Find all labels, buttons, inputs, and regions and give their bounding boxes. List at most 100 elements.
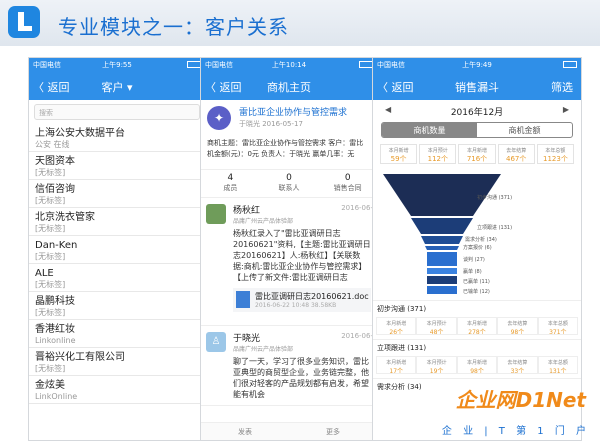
next-month-icon[interactable]: ▶ (563, 105, 569, 114)
slide-header: 专业模块之一：客户关系 (0, 0, 600, 46)
customer-filter-dropdown[interactable]: 客户 ▾ (29, 79, 205, 95)
attachment[interactable]: 雷比亚调研日志20160621.doc 2016-06-22 10:48 38.… (233, 288, 371, 312)
opportunity-icon: ✦ (207, 106, 231, 130)
list-item[interactable]: 信佰咨询 [无标签] (29, 180, 205, 208)
tab-count[interactable]: 商机数量 (382, 123, 477, 137)
customer-name: 信佰咨询 (35, 184, 75, 195)
status-time: 上午9:55 (102, 61, 132, 69)
customer-tag: [无标签] (35, 280, 66, 289)
customer-name: 晋裕兴化工有限公司 (35, 352, 125, 363)
funnel-label: 已赢单 (11) (463, 279, 490, 285)
watermark-logo: 企业网D1Net (455, 388, 586, 412)
opportunity-stats: 4 成员 0 联系人 0 销售合同 (201, 170, 377, 198)
nav-bar: 〈 返回 销售漏斗 筛选 (373, 72, 581, 100)
opportunity-info-line: 商机主题：雷比亚企业协作与管控需求 客户：雷比 (207, 139, 364, 147)
metric-toggle: 商机数量 商机金额 (381, 122, 573, 138)
stage-stat: 本年总额 371个 (537, 317, 579, 336)
stat-value: 716个 (466, 155, 488, 163)
customer-list: 上海公安大数据平台 公安 在线 天图资本 [无标签] 信佰咨询 [无标签] 北京洗衣管… (29, 124, 205, 404)
opportunity-owner-date: 于晓光 2016-05-17 (239, 120, 303, 128)
stat-value: 131个 (549, 368, 567, 375)
month-label: 2016年12月 (450, 108, 504, 118)
stat-label: 成员 (223, 184, 238, 192)
customer-name: 北京洗衣管家 (35, 212, 95, 223)
list-item[interactable]: ALE [无标签] (29, 264, 205, 292)
avatar (206, 204, 226, 224)
stage-stat: 本月新增 17个 (376, 356, 417, 375)
stage-stat: 本月新增 278个 (456, 317, 498, 336)
list-item[interactable]: 香港红妆 Linkonline (29, 320, 205, 348)
nav-bar: 〈 返回 客户 ▾ (29, 72, 205, 100)
summary-stat: 去年结算 467个 (497, 144, 535, 164)
stat-value: 112个 (427, 155, 448, 163)
funnel-stage-lost[interactable] (427, 286, 457, 294)
stat-members[interactable]: 4 成员 (201, 170, 260, 197)
stage-section-title[interactable]: 立项跟进 (131) (373, 339, 581, 356)
stage-stat: 本月新增 26个 (376, 317, 417, 336)
funnel-stage-quote[interactable] (425, 246, 459, 250)
stage-stat: 本月新增 98个 (456, 356, 498, 375)
customer-tag: [无标签] (35, 196, 66, 205)
feed-date: 2016-06- (341, 204, 373, 212)
logo-icon (8, 6, 40, 38)
more-button[interactable]: 更多 (289, 423, 377, 440)
customer-name: 上海公安大数据平台 (35, 128, 125, 139)
funnel-stage-negotiate[interactable] (427, 252, 457, 266)
funnel-stage-project[interactable] (411, 218, 473, 234)
feed-date: 2016-06- (341, 332, 373, 340)
stage-section-title[interactable]: 初步沟通 (371) (373, 300, 581, 317)
funnel-stage-win[interactable] (427, 268, 457, 274)
prev-month-icon[interactable]: ◀ (385, 105, 391, 114)
feed-item[interactable]: ♙ 于晓光 2016-06- 品庸广州云产品体验部 聊了一天，学习了很多业务知识… (201, 326, 377, 406)
stat-value: 26个 (389, 329, 404, 336)
stat-label: 销售合同 (333, 184, 362, 192)
opportunity-title: 雷比亚企业协作与管控需求 (239, 108, 348, 118)
list-item[interactable]: 晋裕兴化工有限公司 [无标签] (29, 348, 205, 376)
month-selector: ◀ 2016年12月 ▶ (373, 100, 581, 122)
feed-text: 聊了一天，学习了很多业务知识，雷比亚典型的商贸型企业，业务链完整，他们很对轻客的… (233, 357, 369, 399)
bottom-toolbar: 发表 更多 (201, 422, 377, 440)
customer-name: 金炫美 (35, 380, 65, 391)
stat-label: 联系人 (278, 184, 300, 192)
funnel-label: 谈判 (27) (463, 257, 485, 263)
post-button[interactable]: 发表 (201, 423, 289, 440)
status-time: 上午10:14 (271, 61, 307, 69)
stat-value: 4 (227, 173, 234, 183)
stat-value: 33个 (510, 368, 525, 375)
word-doc-icon (236, 291, 250, 308)
attachment-meta: 2016-06-22 10:48 38.58KB (255, 302, 337, 309)
stat-contacts[interactable]: 0 联系人 (260, 170, 319, 197)
stat-value: 17个 (389, 368, 404, 375)
summary-stat: 本月预计 112个 (419, 144, 457, 164)
list-item[interactable]: 上海公安大数据平台 公安 在线 (29, 124, 205, 152)
funnel-stage-won[interactable] (427, 276, 457, 284)
customer-name: ALE (35, 268, 54, 279)
status-bar: 中国电信 上午9:55 (29, 58, 205, 72)
list-item[interactable]: Dan-Ken [无标签] (29, 236, 205, 264)
slide-title: 专业模块之一：客户关系 (58, 15, 289, 39)
phone-opportunity-home: 中国电信 上午10:14 〈 返回 商机主页 ✦ 雷比亚企业协作与管控需求 于晓… (200, 57, 378, 441)
customer-name: 晶鹏科技 (35, 296, 75, 307)
stat-value: 98个 (470, 368, 484, 375)
list-item[interactable]: 晶鹏科技 [无标签] (29, 292, 205, 320)
stage-stat: 本年总额 131个 (537, 356, 579, 375)
list-item[interactable]: 天图资本 [无标签] (29, 152, 205, 180)
customer-tag: LinkOnline (35, 392, 78, 401)
feed-text: 杨秋红录入了"雷比亚调研日志20160621"资料,【主题:雷比亚调研日志201… (233, 229, 371, 282)
filter-button[interactable]: 筛选 (551, 79, 573, 95)
search-input[interactable]: 搜索 (34, 104, 200, 120)
battery-icon (187, 61, 201, 68)
stat-value: 278个 (468, 329, 486, 336)
list-item[interactable]: 金炫美 LinkOnline (29, 376, 205, 404)
stat-contracts[interactable]: 0 销售合同 (318, 170, 377, 197)
opportunity-header: ✦ 雷比亚企业协作与管控需求 于晓光 2016-05-17 商机主题：雷比亚企业… (201, 100, 377, 170)
stat-value: 59个 (390, 155, 407, 163)
nav-bar: 〈 返回 商机主页 (201, 72, 377, 100)
feed-item[interactable]: 杨秋红 2016-06- 品庸广州云产品体验部 杨秋红录入了"雷比亚调研日志20… (201, 198, 377, 326)
stat-value: 467个 (506, 155, 527, 163)
funnel-stage-analysis[interactable] (421, 236, 463, 244)
funnel-label: 需求分析 (34) (465, 237, 497, 243)
sales-funnel-chart: 初步沟通 (371) 立项跟进 (131) 需求分析 (34) 方案报价 (6)… (373, 170, 581, 300)
tab-amount[interactable]: 商机金额 (477, 123, 572, 137)
list-item[interactable]: 北京洗衣管家 [无标签] (29, 208, 205, 236)
